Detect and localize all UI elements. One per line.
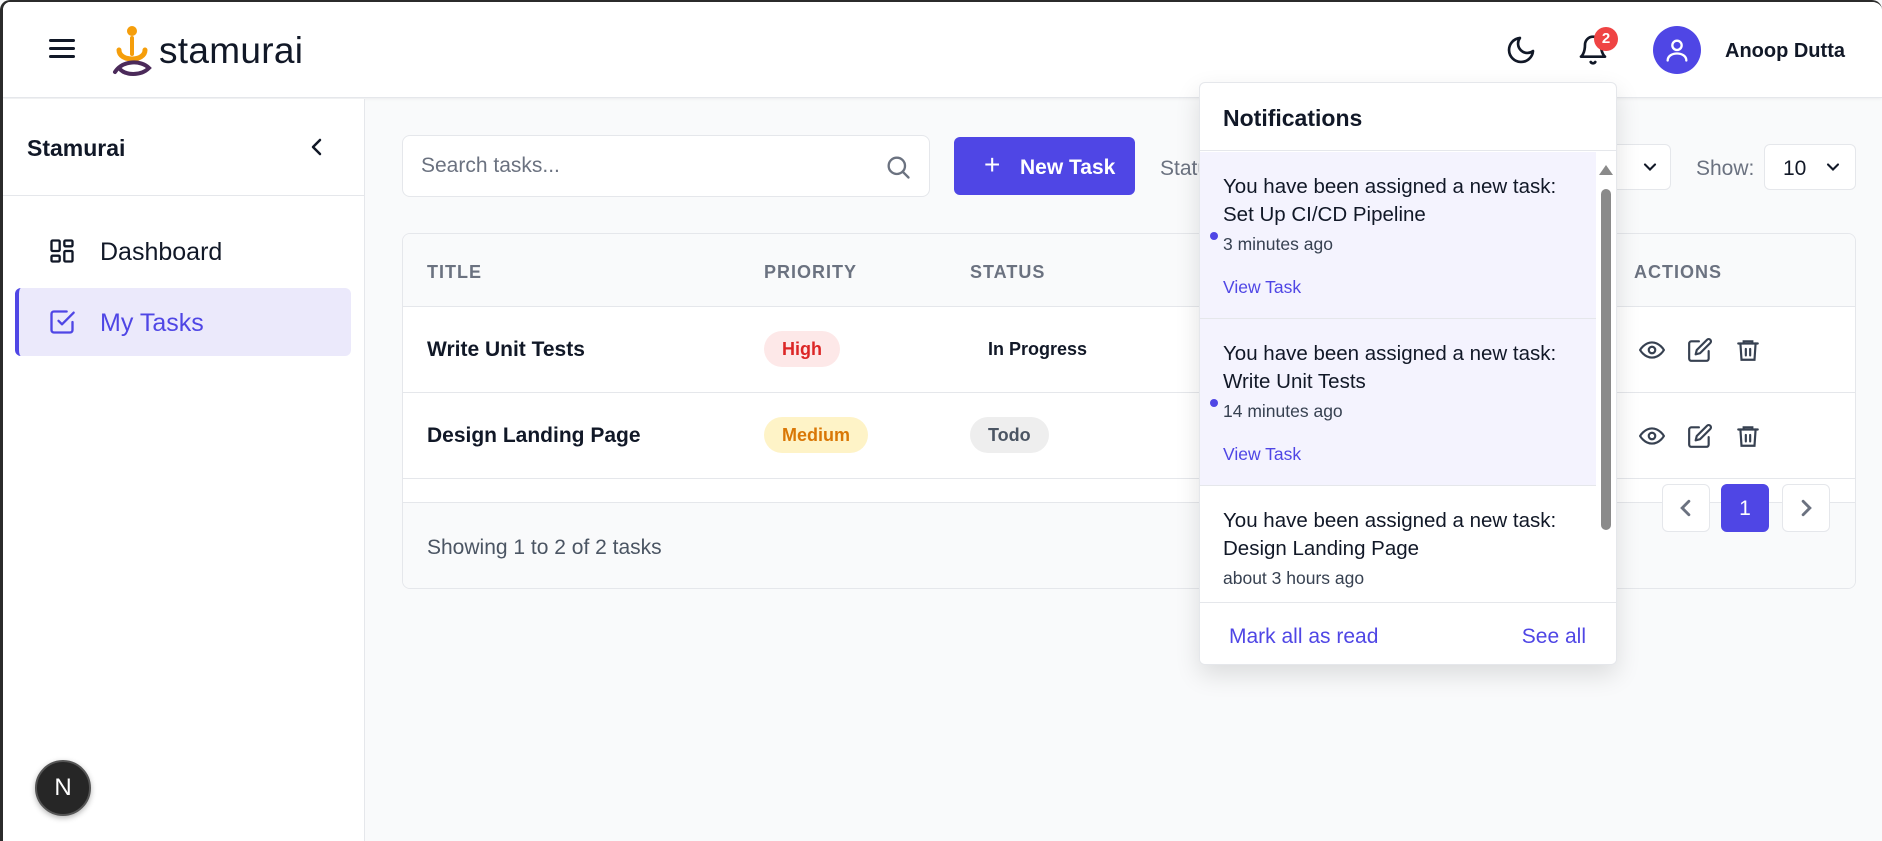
- page-size-value: 10: [1783, 157, 1807, 180]
- eye-icon[interactable]: [1639, 423, 1665, 449]
- sidebar-header: Stamurai: [3, 99, 364, 196]
- checkbox-icon: [50, 310, 75, 334]
- edit-icon[interactable]: [1687, 337, 1713, 363]
- scrollbar-thumb[interactable]: [1601, 189, 1611, 530]
- chevron-left-icon[interactable]: [305, 135, 329, 159]
- trash-icon[interactable]: [1735, 423, 1761, 449]
- sidebar: Stamurai Dashboard My Tasks: [3, 99, 365, 841]
- notification-item[interactable]: You have been assigned a new task: Set U…: [1200, 152, 1596, 319]
- eye-icon[interactable]: [1639, 337, 1665, 363]
- scroll-up-arrow-icon[interactable]: [1599, 165, 1613, 175]
- table-footer: Showing 1 to 2 of 2 tasks: [403, 502, 1855, 588]
- notification-time: 3 minutes ago: [1223, 234, 1333, 254]
- task-title[interactable]: Design Landing Page: [427, 424, 641, 448]
- page-button-current[interactable]: 1: [1721, 484, 1769, 532]
- next-page-button[interactable]: [1782, 484, 1830, 532]
- tasks-table: TITLE PRIORITY STATUS ACTIONS Write Unit…: [402, 233, 1856, 589]
- unread-dot: [1210, 232, 1218, 240]
- notification-time: 14 minutes ago: [1223, 401, 1343, 421]
- plus-icon: +: [984, 149, 1001, 180]
- app-window: stamurai 2 Anoop Dutta Stamurai Dashboar…: [0, 0, 1882, 841]
- table-row[interactable]: Design Landing Page Medium Todo: [403, 393, 1855, 479]
- priority-badge: Medium: [764, 417, 869, 453]
- page-size-select[interactable]: 10: [1764, 144, 1856, 190]
- search-input[interactable]: [403, 136, 929, 196]
- mark-all-read-link[interactable]: Mark all as read: [1229, 625, 1378, 649]
- user-icon: [1666, 39, 1688, 62]
- sidebar-item-my-tasks[interactable]: My Tasks: [15, 288, 351, 356]
- column-header-actions: ACTIONS: [1634, 262, 1722, 282]
- column-header-status: STATUS: [970, 262, 1046, 282]
- notification-message: You have been assigned a new task: Set U…: [1223, 175, 1557, 226]
- avatar[interactable]: [1653, 26, 1701, 74]
- view-task-link[interactable]: View Task: [1223, 444, 1301, 465]
- table-row[interactable]: Write Unit Tests High In Progress: [403, 307, 1855, 393]
- notifications-title: Notifications: [1223, 105, 1363, 131]
- new-task-label: New Task: [1020, 156, 1116, 179]
- column-header-priority: PRIORITY: [764, 262, 858, 282]
- status-badge: In Progress: [988, 339, 1088, 359]
- prev-page-button[interactable]: [1662, 484, 1710, 532]
- notification-item[interactable]: You have been assigned a new task: Desig…: [1200, 486, 1596, 603]
- sidebar-item-dashboard[interactable]: Dashboard: [15, 217, 351, 285]
- notification-count-badge: 2: [1594, 27, 1618, 51]
- status-badge: Todo: [970, 417, 1049, 453]
- task-title[interactable]: Write Unit Tests: [427, 338, 585, 362]
- user-name[interactable]: Anoop Dutta: [1725, 40, 1845, 63]
- notifications-scrollbar[interactable]: [1596, 161, 1616, 664]
- search-icon[interactable]: [884, 153, 912, 181]
- view-task-link[interactable]: View Task: [1223, 277, 1301, 298]
- notification-message: You have been assigned a new task: Desig…: [1223, 509, 1557, 560]
- notifications-footer: Mark all as read See all: [1200, 602, 1616, 664]
- notifications-dropdown: Notifications You have been assigned a n…: [1199, 82, 1617, 665]
- pagination-summary: Showing 1 to 2 of 2 tasks: [427, 536, 662, 559]
- trash-icon[interactable]: [1735, 337, 1761, 363]
- show-label: Show:: [1696, 157, 1755, 180]
- nextjs-dev-badge[interactable]: N: [35, 760, 91, 816]
- chevron-down-icon: [1643, 163, 1657, 171]
- chevron-left-icon: [1680, 499, 1691, 517]
- hamburger-menu-icon[interactable]: [49, 36, 79, 62]
- dashboard-grid-icon: [50, 239, 74, 263]
- logo-text: stamurai: [159, 30, 304, 71]
- sidebar-item-label: Dashboard: [100, 238, 223, 266]
- chevron-right-icon: [1801, 499, 1812, 517]
- sidebar-item-label: My Tasks: [100, 309, 204, 337]
- notifications-list: You have been assigned a new task: Set U…: [1200, 152, 1596, 603]
- chevron-down-icon: [1826, 163, 1840, 171]
- sidebar-title: Stamurai: [27, 135, 126, 161]
- logo[interactable]: stamurai: [111, 24, 303, 78]
- unread-dot: [1210, 399, 1218, 407]
- new-task-button[interactable]: + New Task: [954, 137, 1135, 195]
- column-header-title: TITLE: [427, 262, 482, 282]
- edit-icon[interactable]: [1687, 423, 1713, 449]
- priority-badge: High: [764, 331, 840, 367]
- notification-message: You have been assigned a new task: Write…: [1223, 342, 1557, 393]
- table-header: TITLE PRIORITY STATUS ACTIONS: [403, 234, 1855, 307]
- notifications-header: Notifications: [1200, 83, 1616, 151]
- logo-mark-icon: [113, 26, 152, 76]
- moon-icon[interactable]: [1505, 34, 1537, 66]
- see-all-link[interactable]: See all: [1522, 625, 1586, 649]
- notification-time: about 3 hours ago: [1223, 568, 1365, 588]
- notification-item[interactable]: You have been assigned a new task: Write…: [1200, 319, 1596, 486]
- search-box: [402, 135, 930, 197]
